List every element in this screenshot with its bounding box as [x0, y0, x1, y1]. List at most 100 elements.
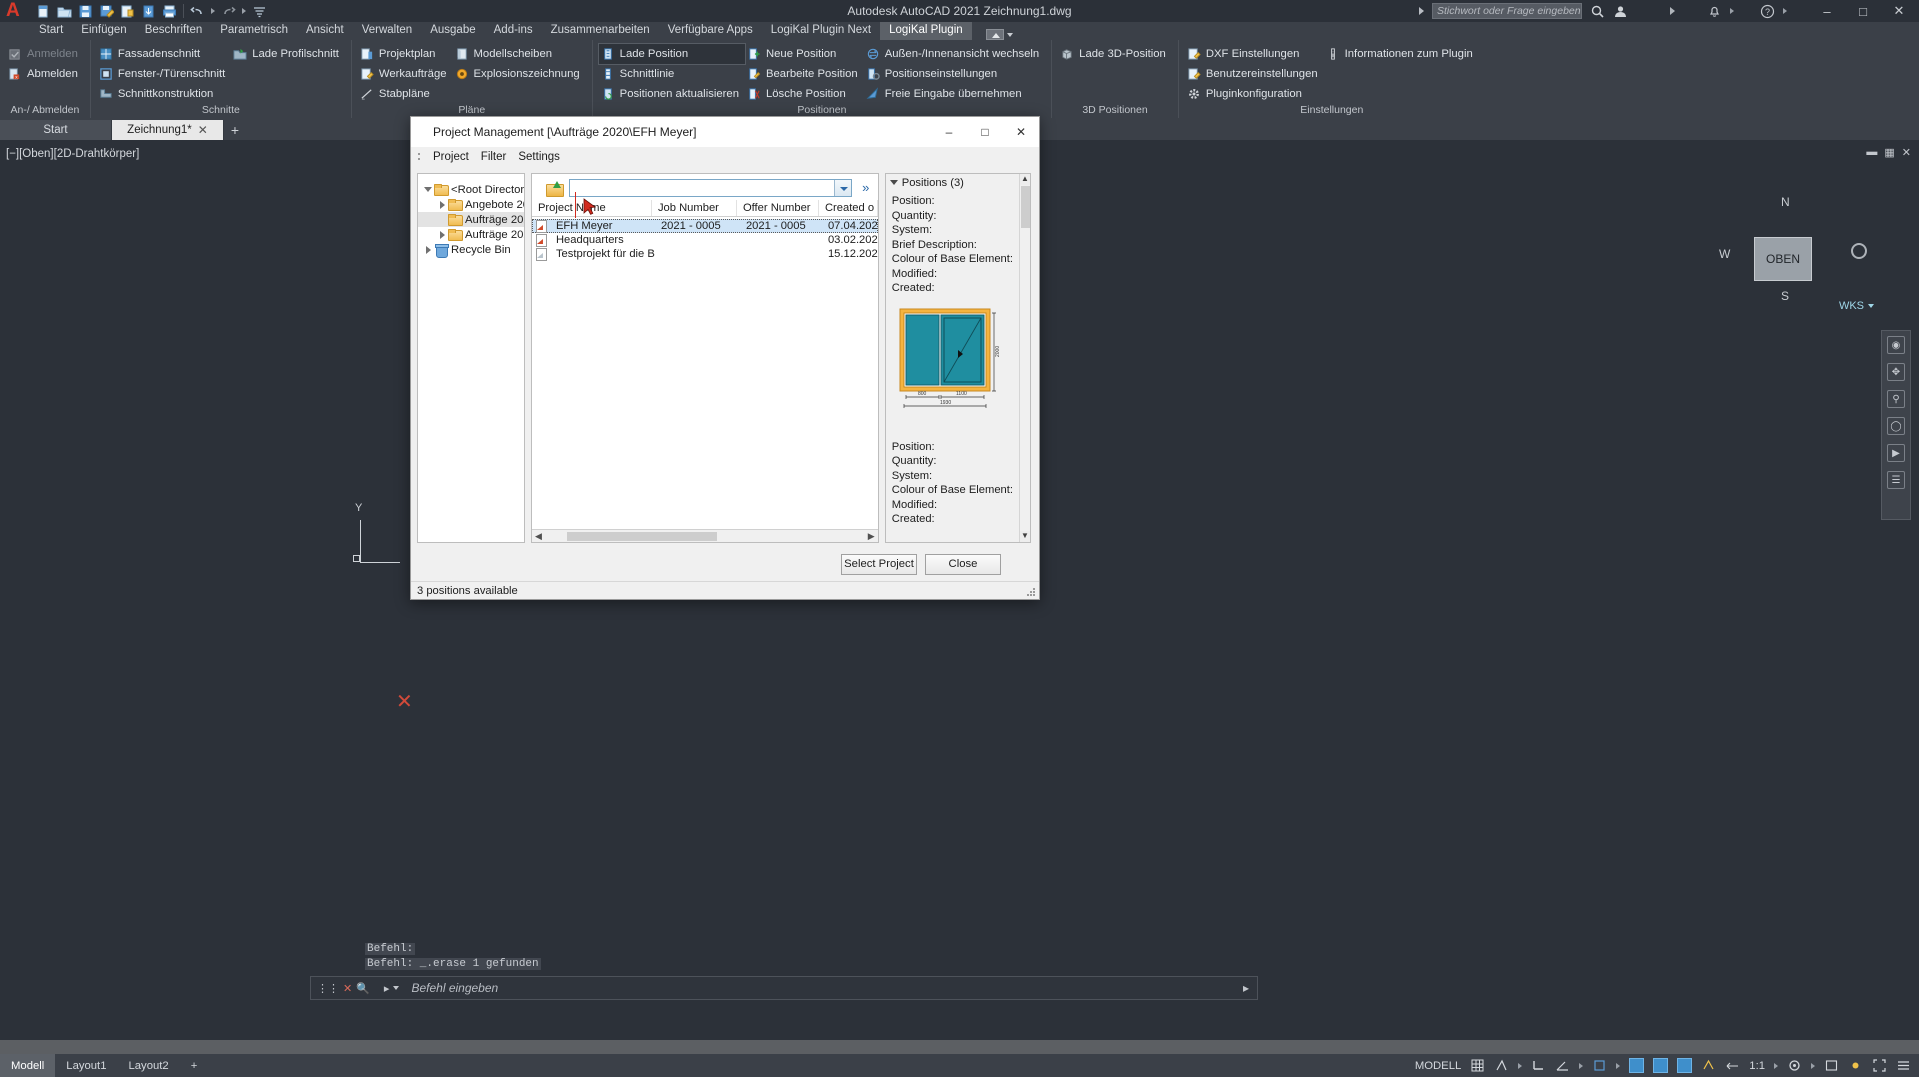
ribbon-tab-ansicht[interactable]: Ansicht [297, 22, 353, 40]
table-row[interactable]: Headquarters 03.02.202 [532, 233, 878, 247]
workspace-switching-icon[interactable] [1787, 1058, 1802, 1073]
transparency-icon[interactable] [1653, 1058, 1669, 1073]
tree-expand-closed-icon[interactable] [422, 245, 434, 254]
print-icon[interactable] [162, 4, 177, 19]
tree-expand-closed-icon[interactable] [436, 230, 448, 239]
help-icon[interactable]: ? [1760, 4, 1775, 19]
search-icon[interactable] [1590, 4, 1605, 19]
ribbon-button-lade-position[interactable]: Lade Position [597, 43, 746, 65]
showmotion-icon[interactable]: ▶ [1887, 444, 1905, 462]
window-maximize-button[interactable]: □ [1849, 4, 1877, 19]
ribbon-button-neue-position[interactable]: Neue Position [745, 44, 864, 64]
ribbon-tab-beschriften[interactable]: Beschriften [136, 22, 212, 40]
polar-tracking-icon[interactable] [1555, 1058, 1570, 1073]
annotation-scale-value[interactable]: 1:1 [1749, 1060, 1765, 1072]
ribbon-button-fenster-t-renschnitt[interactable]: Fenster-/Türenschnitt [97, 64, 231, 84]
project-tree[interactable]: <Root Directory> Angebote 2021 Aufträge 20… [417, 173, 525, 543]
dialog-title-bar[interactable]: Project Management [\Aufträge 2020\EFH M… [411, 117, 1039, 147]
ribbon-button-positionen-aktualisieren[interactable]: Positionen aktualisieren [599, 84, 745, 104]
dialog-close-button[interactable]: ✕ [1003, 117, 1039, 147]
ribbon-button-benutzereinstellungen[interactable]: Benutzereinstellungen [1185, 64, 1324, 84]
zoom-icon[interactable]: ⚲ [1887, 390, 1905, 408]
viewport-maximize-icon[interactable]: ▦ [1884, 146, 1894, 159]
help-search-input[interactable]: Stichwort oder Frage eingeben [1432, 3, 1582, 19]
tree-node-recycle-bin[interactable]: Recycle Bin [418, 242, 524, 258]
window-minimize-button[interactable]: – [1813, 4, 1841, 19]
column-header-created-on[interactable]: Created o [819, 200, 878, 216]
scroll-right-icon[interactable]: ▶ [865, 531, 878, 542]
pan-icon[interactable]: ✥ [1887, 363, 1905, 381]
customization-icon[interactable] [1896, 1058, 1911, 1073]
snap-dropdown-icon[interactable] [1518, 1062, 1523, 1069]
command-search-icon[interactable]: 🔍 [356, 982, 370, 995]
command-close-icon[interactable]: ✕ [343, 982, 352, 995]
document-tab-close-icon[interactable]: ✕ [198, 123, 208, 137]
ribbon-tab-verwalten[interactable]: Verwalten [353, 22, 422, 40]
annotation-scale-icon[interactable] [1725, 1058, 1740, 1073]
viewport-restore-icon[interactable]: ▬ [1866, 146, 1877, 159]
ribbon-tab-logikal-plugin[interactable]: LogiKal Plugin [880, 22, 972, 40]
add-layout-button[interactable]: + [180, 1054, 209, 1077]
ribbon-tab-logikal-plugin-next[interactable]: LogiKal Plugin Next [762, 22, 880, 40]
chevron-down-icon[interactable] [1006, 32, 1013, 37]
ribbon-tab-einf-gen[interactable]: Einfügen [72, 22, 135, 40]
ribbon-button-lade-3d-position[interactable]: Lade 3D-Position [1058, 44, 1172, 64]
dialog-minimize-button[interactable]: – [931, 117, 967, 147]
column-header-offer-number[interactable]: Offer Number [737, 200, 819, 216]
chevron-down-icon[interactable] [1868, 304, 1874, 308]
expand-filters-icon[interactable]: » [858, 180, 874, 196]
fullscreen-icon[interactable] [1872, 1058, 1887, 1073]
scroll-thumb[interactable] [566, 531, 717, 541]
search-expand-icon[interactable] [1419, 7, 1424, 15]
view-cube-compass-ring[interactable] [1851, 243, 1867, 259]
layout-tab-modell[interactable]: Modell [0, 1054, 56, 1077]
dialog-maximize-button[interactable]: □ [967, 117, 1003, 147]
open-file-icon[interactable] [57, 4, 72, 19]
document-tab-zeichnung1-[interactable]: Zeichnung1* ✕ [112, 120, 224, 140]
table-row[interactable]: Testprojekt für die Ba... 15.12.202 [532, 247, 878, 261]
command-history-toggle-icon[interactable]: ▸ [384, 982, 390, 995]
ucs-selector[interactable]: WKS [1839, 300, 1874, 312]
ribbon-button-informationen-zum-plugin[interactable]: Informationen zum Plugin [1324, 44, 1479, 64]
tree-node-auftr-ge-2021[interactable]: Aufträge 2021 [418, 227, 524, 242]
scroll-track[interactable] [544, 530, 865, 542]
detail-scroll-down-icon[interactable]: ▼ [1020, 531, 1030, 542]
ribbon-button-positionseinstellungen[interactable]: Positionseinstellungen [864, 64, 1045, 84]
help-dropdown-icon[interactable] [1783, 8, 1787, 14]
ribbon-collapse-icon[interactable] [985, 29, 1004, 40]
detail-scroll-thumb[interactable] [1021, 186, 1030, 228]
tree-expand-open-icon[interactable] [422, 187, 434, 192]
osnap-icon[interactable] [1592, 1058, 1607, 1073]
chevron-down-icon[interactable] [393, 986, 400, 990]
save-icon[interactable] [78, 4, 93, 19]
ribbon-button-pluginkonfiguration[interactable]: Pluginkonfiguration [1185, 84, 1324, 104]
viewport-label[interactable]: [−][Oben][2D-Drahtkörper] [6, 148, 139, 160]
project-search-input[interactable] [570, 180, 834, 196]
ribbon-button-modellscheiben[interactable]: Modellscheiben [453, 44, 586, 64]
osnap-dropdown-icon[interactable] [1616, 1062, 1621, 1069]
user-account-icon[interactable] [1613, 4, 1628, 19]
new-file-icon[interactable] [36, 4, 51, 19]
resize-grip-icon[interactable] [1027, 588, 1036, 597]
list-horizontal-scrollbar[interactable]: ◀ ▶ [531, 529, 878, 542]
ribbon-button-lade-profilschnitt[interactable]: Lade Profilschnitt [231, 44, 345, 64]
ribbon-button-l-sche-position[interactable]: Lösche Position [745, 84, 864, 104]
layout-tab-layout1[interactable]: Layout1 [55, 1054, 117, 1077]
menu-grip-icon[interactable] [417, 151, 421, 163]
ribbon-button-fassadenschnitt[interactable]: Fassadenschnitt [97, 44, 231, 64]
project-management-dialog[interactable]: Project Management [\Aufträge 2020\EFH M… [410, 116, 1040, 600]
ribbon-button-dxf-einstellungen[interactable]: DXF Einstellungen [1185, 44, 1324, 64]
column-header-job-number[interactable]: Job Number [652, 200, 737, 216]
viewport-close-icon[interactable]: ✕ [1902, 146, 1911, 159]
ortho-icon[interactable] [1531, 1058, 1546, 1073]
ribbon-button-freie-eingabe-bernehmen[interactable]: Freie Eingabe übernehmen [864, 84, 1045, 104]
close-button[interactable]: Close [925, 553, 1001, 575]
view-cube-north[interactable]: N [1781, 195, 1790, 209]
save-as-icon[interactable] [99, 4, 115, 19]
position-preview-image[interactable]: 2000 800 1100 1930 [898, 305, 1004, 425]
ribbon-tab-zusammenarbeiten[interactable]: Zusammenarbeiten [542, 22, 659, 40]
detail-vertical-scrollbar[interactable]: ▲ ▼ [1019, 174, 1030, 542]
navbar-options-icon[interactable]: ☰ [1887, 471, 1905, 489]
folder-up-icon[interactable] [545, 180, 564, 197]
combo-dropdown-icon[interactable] [833, 180, 851, 196]
